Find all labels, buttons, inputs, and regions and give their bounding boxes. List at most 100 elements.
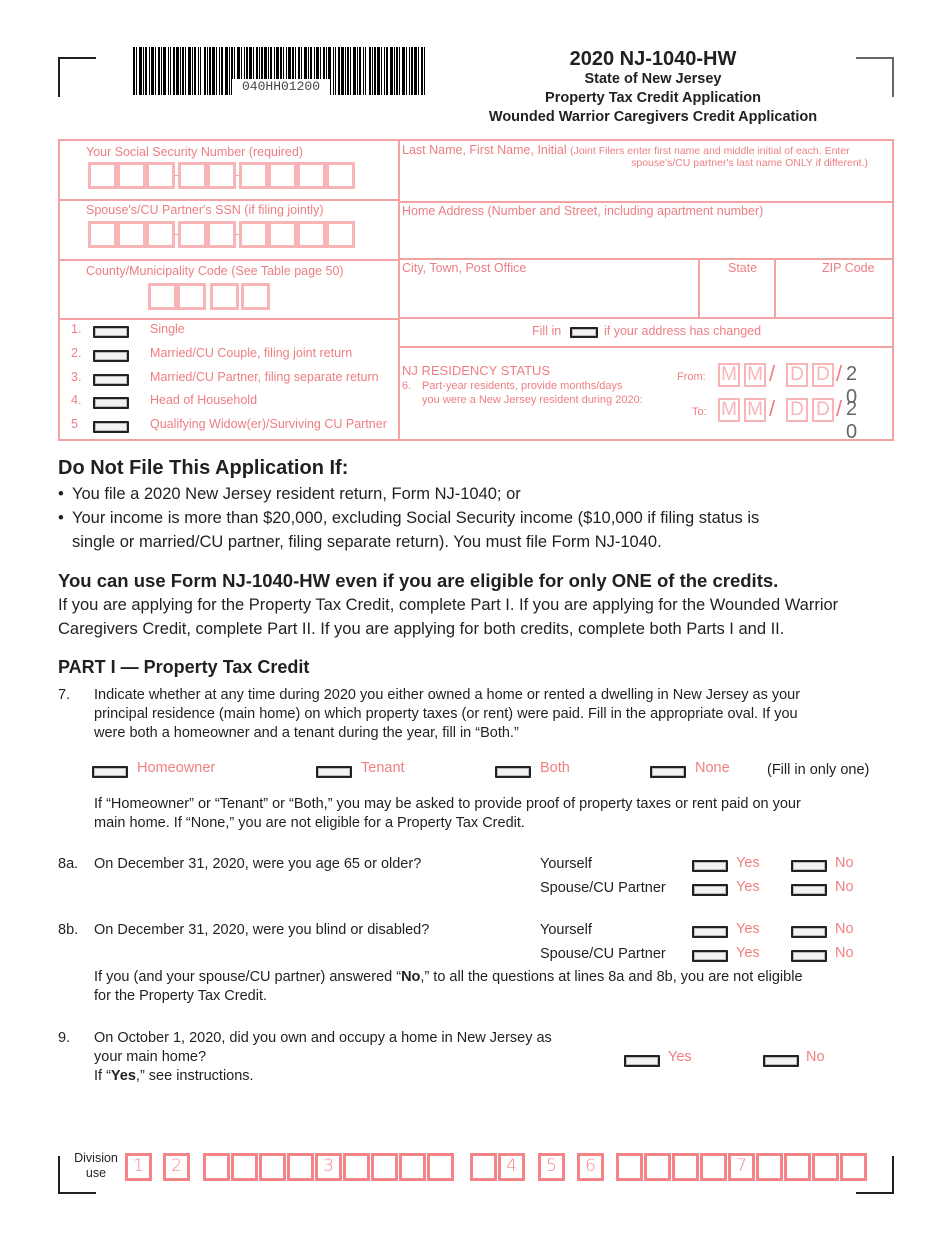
ssn-digit-box[interactable] (146, 162, 175, 189)
ssn-digit-box[interactable] (297, 162, 326, 189)
county-digit-box[interactable] (241, 283, 270, 310)
eligibility-heading: You can use Form NJ-1040-HW even if you … (58, 570, 779, 591)
division-use-label-1: Division (74, 1151, 118, 1165)
q7-homeowner-oval[interactable] (92, 762, 128, 778)
day-digit-box[interactable]: D (812, 363, 834, 387)
ssn-digit-box[interactable] (117, 221, 146, 248)
ssn-digit-box[interactable] (326, 162, 355, 189)
division-use-label: Division use (66, 1151, 126, 1181)
day-digit-box[interactable]: D (786, 398, 808, 422)
ssn-digit-box[interactable] (178, 221, 207, 248)
do-not-file-bullet-1: You file a 2020 New Jersey resident retu… (72, 485, 521, 503)
q7-line-2: principal residence (main home) on which… (94, 706, 798, 722)
bullet-marker: • (58, 509, 64, 527)
q8b-spouse-yes-oval[interactable] (692, 946, 728, 962)
q7-note-line-2: main home. If “None,” you are not eligib… (94, 815, 525, 831)
division-use-box (840, 1153, 867, 1181)
day-digit-box[interactable]: D (786, 363, 808, 387)
ssn-digit-box[interactable] (326, 221, 355, 248)
city-input[interactable] (400, 281, 696, 315)
county-code-label: County/Municipality Code (See Table page… (86, 264, 344, 278)
ssn-digit-box[interactable] (88, 162, 117, 189)
ssn-digit-box[interactable] (239, 162, 268, 189)
division-use-box: 1 (125, 1153, 152, 1181)
q9-line3-bold: Yes (110, 1068, 136, 1084)
address-changed-oval[interactable] (570, 323, 598, 338)
q7-none-oval[interactable] (650, 762, 686, 778)
county-digit-box[interactable] (177, 283, 206, 310)
q8a-yourself-yes-oval[interactable] (692, 856, 728, 872)
county-digit-box[interactable] (148, 283, 177, 310)
filing-status-oval[interactable] (93, 370, 129, 386)
q8b-yourself-no-oval[interactable] (791, 922, 827, 938)
filing-status-number: 3. (71, 370, 82, 384)
form-header: 2020 NJ-1040-HW State of New Jersey Prop… (468, 48, 838, 127)
ssn-digit-box[interactable] (146, 221, 175, 248)
ssn-digit-box[interactable] (239, 221, 268, 248)
filing-status-number: 2. (71, 346, 82, 360)
county-digit-box[interactable] (210, 283, 239, 310)
q8a-number: 8a. (58, 856, 79, 872)
filing-status-oval[interactable] (93, 393, 129, 409)
form-subtitle-property-tax: Property Tax Credit Application (545, 90, 761, 106)
day-digit-box[interactable]: D (812, 398, 834, 422)
month-digit-box[interactable]: M (718, 363, 740, 387)
q8a-spouse-no-oval[interactable] (791, 880, 827, 896)
filing-status-oval[interactable] (93, 417, 129, 433)
name-label: Last Name, First Name, Initial (Joint Fi… (402, 143, 850, 157)
do-not-file-heading: Do Not File This Application If: (58, 457, 349, 479)
q9-number: 9. (58, 1030, 71, 1046)
q8a-spouse-yes-oval[interactable] (692, 880, 728, 896)
month-digit-box[interactable]: M (744, 363, 766, 387)
ssn-digit-box[interactable] (207, 162, 236, 189)
division-use-box: 6 (577, 1153, 604, 1181)
do-not-file-bullet-2-cont: single or married/CU partner, filing sep… (72, 533, 662, 551)
barcode-number: 040HH01200 (232, 79, 330, 95)
filing-status-label: Single (150, 322, 185, 336)
q7-note-line-1: If “Homeowner” or “Tenant” or “Both,” yo… (94, 796, 801, 812)
division-use-box (371, 1153, 398, 1181)
filing-status-label: Married/CU Couple, filing joint return (150, 346, 353, 360)
q8b-note-line-1: If you (and your spouse/CU partner) answ… (94, 968, 803, 987)
ssn-digit-box[interactable] (268, 162, 297, 189)
month-digit-box[interactable]: M (718, 398, 740, 422)
q9-yes-oval[interactable] (624, 1051, 660, 1067)
month-digit-box[interactable]: M (744, 398, 766, 422)
state-input[interactable] (700, 281, 772, 315)
q7-tenant-oval[interactable] (316, 762, 352, 778)
q9-no-oval[interactable] (763, 1051, 799, 1067)
filing-status-oval[interactable] (93, 346, 129, 362)
ssn-digit-box[interactable] (178, 162, 207, 189)
ssn-digit-box[interactable] (117, 162, 146, 189)
filing-status-oval[interactable] (93, 322, 129, 338)
date-slash: / (769, 361, 776, 386)
q8b-spouse-no-oval[interactable] (791, 946, 827, 962)
division-use-box (231, 1153, 258, 1181)
q8a-yourself-no-oval[interactable] (791, 856, 827, 872)
zip-input[interactable] (776, 281, 890, 315)
q7-both-label: Both (540, 760, 570, 776)
grid-divider (60, 259, 398, 261)
filing-status-label: Married/CU Partner, filing separate retu… (150, 370, 379, 384)
filing-status-label: Qualifying Widow(er)/Surviving CU Partne… (150, 417, 387, 431)
year-prefix: 2 0 (846, 398, 866, 443)
ssn-separator (235, 175, 239, 176)
ssn-digit-box[interactable] (88, 221, 117, 248)
ssn-digit-box[interactable] (297, 221, 326, 248)
division-use-box: 7 (728, 1153, 755, 1181)
q9-yes-label: Yes (668, 1049, 692, 1065)
q7-number: 7. (58, 687, 71, 703)
ssn-digit-box[interactable] (207, 221, 236, 248)
bullet-marker: • (58, 485, 64, 503)
q7-both-oval[interactable] (495, 762, 531, 778)
ssn-separator (235, 234, 239, 235)
q8b-yourself-yes-oval[interactable] (692, 922, 728, 938)
q9-no-label: No (806, 1049, 825, 1065)
ssn-digit-box[interactable] (268, 221, 297, 248)
address-input[interactable] (400, 223, 892, 257)
division-use-box (616, 1153, 643, 1181)
address-changed-suffix: if your address has changed (604, 324, 762, 338)
name-input[interactable] (400, 171, 892, 199)
division-use-box (343, 1153, 370, 1181)
residency-line2: you were a New Jersey resident during 20… (422, 394, 643, 406)
